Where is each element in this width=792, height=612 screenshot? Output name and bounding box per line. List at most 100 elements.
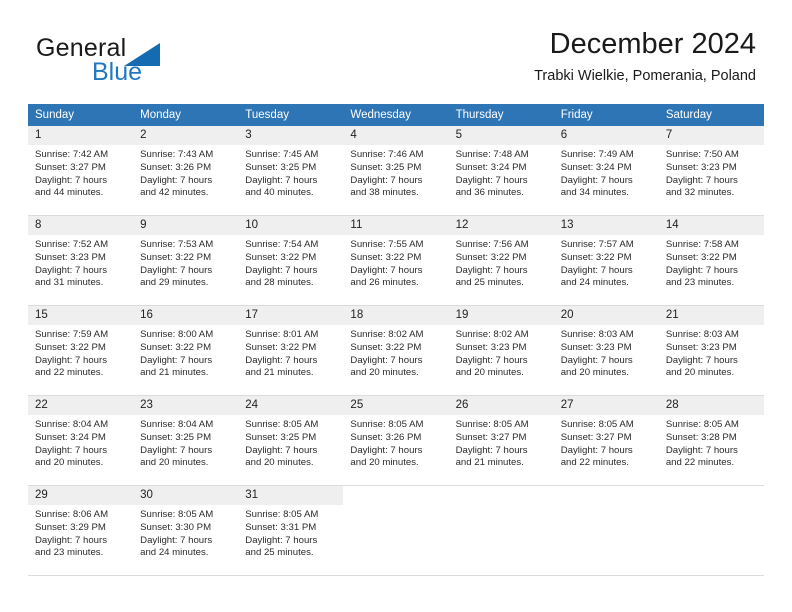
day-cell[interactable]: 31 Sunrise: 8:05 AM Sunset: 3:31 PM Dayligh…	[238, 485, 344, 576]
day-cell[interactable]: 18 Sunrise: 8:02 AM Sunset: 3:22 PM Dayligh…	[343, 305, 449, 396]
day-details: Sunrise: 7:46 AM Sunset: 3:25 PM Daylight:…	[343, 145, 448, 200]
sunrise-text: Sunrise: 8:05 AM	[245, 419, 319, 430]
daylight-text-line2: and 29 minutes.	[140, 277, 209, 289]
daylight-text-line1: Daylight: 7 hours	[245, 534, 318, 546]
daylight-text-line2: and 28 minutes.	[245, 277, 314, 289]
day-cell[interactable]: 13 Sunrise: 7:57 AM Sunset: 3:22 PM Dayligh…	[553, 215, 659, 306]
sunrise-text: Sunrise: 8:05 AM	[350, 419, 424, 430]
day-cell[interactable]: 19 Sunrise: 8:02 AM Sunset: 3:23 PM Dayligh…	[448, 305, 554, 396]
day-cell[interactable]: 23 Sunrise: 8:04 AM Sunset: 3:25 PM Dayligh…	[133, 395, 239, 486]
day-number	[554, 486, 659, 505]
day-details: Sunrise: 7:58 AM Sunset: 3:22 PM Daylight:…	[659, 235, 764, 290]
sunrise-text: Sunrise: 8:05 AM	[665, 419, 739, 430]
day-details: Sunrise: 8:02 AM Sunset: 3:22 PM Daylight:…	[343, 325, 448, 380]
daylight-text-line1: Daylight: 7 hours	[560, 444, 633, 456]
day-cell[interactable]: 22 Sunrise: 8:04 AM Sunset: 3:24 PM Dayligh…	[28, 395, 134, 486]
daylight-text-line1: Daylight: 7 hours	[665, 264, 738, 276]
sunrise-text: Sunrise: 8:03 AM	[665, 329, 739, 340]
sunrise-text: Sunrise: 7:49 AM	[560, 149, 634, 160]
day-cell[interactable]: 25 Sunrise: 8:05 AM Sunset: 3:26 PM Dayligh…	[343, 395, 449, 486]
sunset-text: Sunset: 3:27 PM	[35, 161, 106, 173]
day-cell-empty	[343, 485, 449, 576]
day-details: Sunrise: 8:04 AM Sunset: 3:24 PM Daylight:…	[28, 415, 133, 470]
column-header-saturday: Saturday	[658, 104, 764, 126]
day-cell[interactable]: 8 Sunrise: 7:52 AM Sunset: 3:23 PM Daylight…	[28, 215, 134, 306]
daylight-text-line2: and 25 minutes.	[455, 277, 524, 289]
day-cell[interactable]: 21 Sunrise: 8:03 AM Sunset: 3:23 PM Dayligh…	[658, 305, 764, 396]
page-subtitle: Trabki Wielkie, Pomerania, Poland	[534, 68, 756, 85]
day-cell[interactable]: 6 Sunrise: 7:49 AM Sunset: 3:24 PM Daylight…	[553, 126, 659, 216]
day-number: 2	[133, 126, 239, 145]
sunset-text: Sunset: 3:30 PM	[140, 521, 212, 533]
sunset-text: Sunset: 3:23 PM	[665, 341, 737, 353]
sunset-text: Sunset: 3:26 PM	[350, 431, 422, 443]
day-cell[interactable]: 3 Sunrise: 7:45 AM Sunset: 3:25 PM Daylight…	[238, 126, 344, 216]
daylight-text-line2: and 20 minutes.	[140, 457, 209, 469]
day-cell[interactable]: 24 Sunrise: 8:05 AM Sunset: 3:25 PM Dayligh…	[238, 395, 344, 486]
calendar-header-row: Sunday Monday Tuesday Wednesday Thursday…	[28, 104, 764, 126]
day-details: Sunrise: 7:57 AM Sunset: 3:22 PM Daylight:…	[554, 235, 659, 290]
daylight-text-line1: Daylight: 7 hours	[35, 534, 107, 546]
daylight-text-line1: Daylight: 7 hours	[455, 444, 528, 456]
daylight-text-line1: Daylight: 7 hours	[245, 444, 318, 456]
daylight-text-line2: and 20 minutes.	[665, 367, 735, 379]
day-details: Sunrise: 7:53 AM Sunset: 3:22 PM Daylight:…	[133, 235, 238, 290]
day-cell[interactable]: 29 Sunrise: 8:06 AM Sunset: 3:29 PM Dayligh…	[28, 485, 134, 576]
sunset-text: Sunset: 3:25 PM	[245, 431, 317, 443]
daylight-text-line1: Daylight: 7 hours	[35, 174, 107, 186]
day-number: 11	[343, 216, 449, 235]
sunset-text: Sunset: 3:23 PM	[35, 251, 106, 263]
day-cell[interactable]: 1 Sunrise: 7:42 AM Sunset: 3:27 PM Daylight…	[28, 126, 134, 216]
column-header-monday: Monday	[133, 104, 239, 126]
sunrise-text: Sunrise: 8:05 AM	[560, 419, 634, 430]
day-cell[interactable]: 14 Sunrise: 7:58 AM Sunset: 3:22 PM Dayligh…	[658, 215, 764, 306]
sunset-text: Sunset: 3:22 PM	[350, 341, 422, 353]
day-number: 8	[28, 216, 134, 235]
day-cell[interactable]: 11 Sunrise: 7:55 AM Sunset: 3:22 PM Dayligh…	[343, 215, 449, 306]
sunrise-text: Sunrise: 7:43 AM	[140, 149, 214, 160]
day-cell[interactable]: 5 Sunrise: 7:48 AM Sunset: 3:24 PM Daylight…	[448, 126, 554, 216]
day-number: 1	[28, 126, 134, 145]
day-cell[interactable]: 10 Sunrise: 7:54 AM Sunset: 3:22 PM Dayligh…	[238, 215, 344, 306]
day-details: Sunrise: 7:56 AM Sunset: 3:22 PM Daylight:…	[449, 235, 554, 290]
calendar-body: 1 Sunrise: 7:42 AM Sunset: 3:27 PM Daylight…	[28, 126, 764, 576]
day-cell[interactable]: 17 Sunrise: 8:01 AM Sunset: 3:22 PM Dayligh…	[238, 305, 344, 396]
day-cell[interactable]: 2 Sunrise: 7:43 AM Sunset: 3:26 PM Daylight…	[133, 126, 239, 216]
day-number: 4	[343, 126, 449, 145]
title-block: December 2024 Trabki Wielkie, Pomerania,…	[534, 28, 756, 86]
day-number: 30	[133, 486, 239, 505]
day-cell[interactable]: 9 Sunrise: 7:53 AM Sunset: 3:22 PM Daylight…	[133, 215, 239, 306]
day-cell[interactable]: 12 Sunrise: 7:56 AM Sunset: 3:22 PM Dayligh…	[448, 215, 554, 306]
day-cell[interactable]: 7 Sunrise: 7:50 AM Sunset: 3:23 PM Daylight…	[658, 126, 764, 216]
week-row: 22 Sunrise: 8:04 AM Sunset: 3:24 PM Dayligh…	[28, 395, 764, 486]
daylight-text-line1: Daylight: 7 hours	[140, 534, 213, 546]
day-cell[interactable]: 26 Sunrise: 8:05 AM Sunset: 3:27 PM Dayligh…	[448, 395, 554, 486]
daylight-text-line1: Daylight: 7 hours	[350, 174, 423, 186]
day-number: 6	[553, 126, 659, 145]
day-cell[interactable]: 30 Sunrise: 8:05 AM Sunset: 3:30 PM Dayligh…	[133, 485, 239, 576]
daylight-text-line1: Daylight: 7 hours	[665, 354, 738, 366]
day-number: 14	[658, 216, 764, 235]
day-cell[interactable]: 20 Sunrise: 8:03 AM Sunset: 3:23 PM Dayligh…	[553, 305, 659, 396]
daylight-text-line1: Daylight: 7 hours	[140, 264, 213, 276]
day-cell[interactable]: 15 Sunrise: 7:59 AM Sunset: 3:22 PM Dayligh…	[28, 305, 134, 396]
sunset-text: Sunset: 3:22 PM	[560, 251, 632, 263]
day-details: Sunrise: 8:00 AM Sunset: 3:22 PM Daylight:…	[133, 325, 238, 380]
day-cell[interactable]: 28 Sunrise: 8:05 AM Sunset: 3:28 PM Dayligh…	[658, 395, 764, 486]
day-cell[interactable]: 27 Sunrise: 8:05 AM Sunset: 3:27 PM Dayligh…	[553, 395, 659, 486]
day-number	[343, 486, 448, 505]
brand-logo[interactable]: General Blue	[36, 36, 266, 92]
day-number: 13	[553, 216, 659, 235]
daylight-text-line2: and 23 minutes.	[665, 277, 735, 289]
day-details: Sunrise: 8:05 AM Sunset: 3:28 PM Daylight:…	[659, 415, 764, 470]
day-cell[interactable]: 16 Sunrise: 8:00 AM Sunset: 3:22 PM Dayligh…	[133, 305, 239, 396]
day-number: 21	[658, 306, 764, 325]
daylight-text-line2: and 22 minutes.	[560, 457, 629, 469]
day-number: 12	[448, 216, 554, 235]
day-details: Sunrise: 7:54 AM Sunset: 3:22 PM Daylight:…	[238, 235, 343, 290]
sunrise-text: Sunrise: 7:52 AM	[35, 239, 109, 250]
sunset-text: Sunset: 3:22 PM	[245, 341, 317, 353]
daylight-text-line2: and 20 minutes.	[35, 457, 104, 469]
day-cell[interactable]: 4 Sunrise: 7:46 AM Sunset: 3:25 PM Daylight…	[343, 126, 449, 216]
sunrise-text: Sunrise: 8:02 AM	[350, 329, 424, 340]
